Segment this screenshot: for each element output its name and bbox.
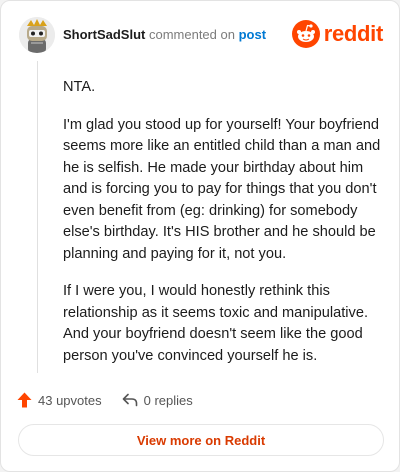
reply-arrow-icon	[122, 393, 137, 407]
snoo-avatar-icon	[19, 17, 55, 53]
reddit-wordmark: reddit	[323, 21, 384, 46]
byline-action-text: commented on	[148, 27, 235, 42]
comment-body: NTA. I'm glad you stood up for yourself!…	[63, 77, 385, 383]
upvote-count: 43 upvotes	[38, 392, 102, 408]
byline: ShortSadSlut commented on post	[63, 27, 266, 43]
comment-paragraph: I'm glad you stood up for yourself! Your…	[63, 116, 381, 262]
username-link[interactable]: ShortSadSlut	[63, 27, 145, 42]
comment-paragraph: NTA.	[63, 79, 96, 95]
comment-embed-card: ShortSadSlut commented on post reddit NT…	[0, 0, 400, 472]
reply-button[interactable]: 0 replies	[122, 393, 193, 408]
upvote-arrow-icon	[17, 392, 32, 408]
upvote-button[interactable]: 43 upvotes	[17, 392, 102, 408]
view-more-button[interactable]: View more on Reddit	[18, 424, 384, 456]
thread-line[interactable]	[37, 61, 38, 373]
comment-footer: 43 upvotes 0 replies	[17, 389, 213, 411]
comment-header: ShortSadSlut commented on post reddit	[19, 15, 383, 55]
reply-count: 0 replies	[143, 392, 193, 408]
reddit-logo[interactable]: reddit	[291, 19, 384, 49]
avatar[interactable]	[19, 17, 55, 53]
post-link[interactable]: post	[239, 27, 266, 42]
reddit-snoo-icon	[291, 20, 320, 48]
comment-paragraph: If I were you, I would honestly rethink …	[63, 283, 369, 364]
